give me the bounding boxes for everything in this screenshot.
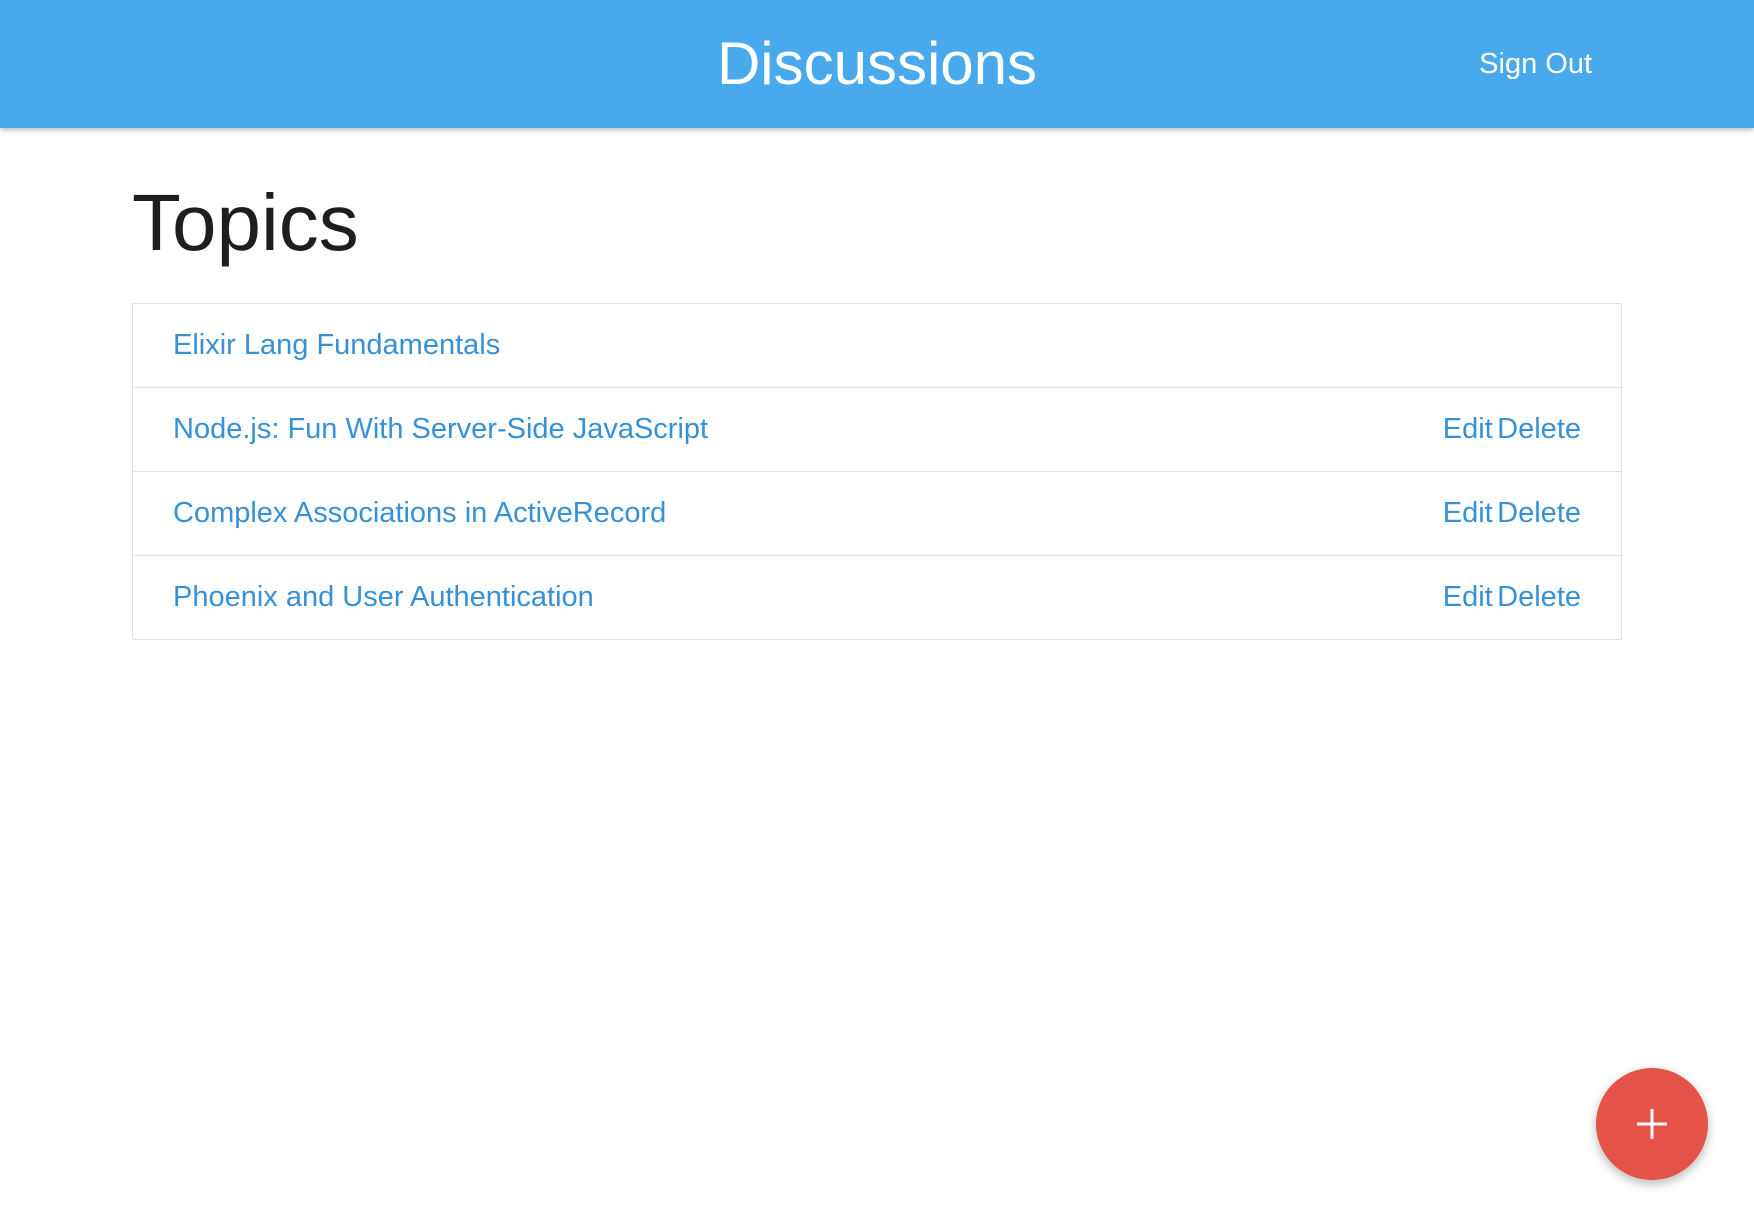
topic-actions: Edit Delete bbox=[1443, 388, 1581, 475]
topic-list: Elixir Lang Fundamentals Node.js: Fun Wi… bbox=[132, 303, 1622, 640]
topic-link[interactable]: Elixir Lang Fundamentals bbox=[173, 329, 500, 361]
list-item: Complex Associations in ActiveRecord Edi… bbox=[133, 472, 1621, 556]
topic-actions: Edit Delete bbox=[1443, 556, 1581, 643]
topic-link[interactable]: Complex Associations in ActiveRecord bbox=[173, 497, 666, 529]
topic-link[interactable]: Node.js: Fun With Server-Side JavaScript bbox=[173, 413, 708, 445]
page-title: Topics bbox=[132, 178, 359, 267]
navbar: Discussions Sign Out bbox=[0, 0, 1754, 128]
add-topic-button[interactable] bbox=[1596, 1068, 1708, 1180]
plus-icon bbox=[1637, 1109, 1667, 1139]
delete-link[interactable]: Delete bbox=[1497, 581, 1581, 613]
edit-link[interactable]: Edit bbox=[1443, 497, 1493, 529]
topic-link[interactable]: Phoenix and User Authentication bbox=[173, 581, 594, 613]
delete-link[interactable]: Delete bbox=[1497, 413, 1581, 445]
list-item: Node.js: Fun With Server-Side JavaScript… bbox=[133, 388, 1621, 472]
sign-out-link[interactable]: Sign Out bbox=[1479, 0, 1592, 128]
delete-link[interactable]: Delete bbox=[1497, 497, 1581, 529]
list-item: Elixir Lang Fundamentals bbox=[133, 304, 1621, 388]
topic-actions: Edit Delete bbox=[1443, 472, 1581, 559]
list-item: Phoenix and User Authentication Edit Del… bbox=[133, 556, 1621, 639]
edit-link[interactable]: Edit bbox=[1443, 581, 1493, 613]
edit-link[interactable]: Edit bbox=[1443, 413, 1493, 445]
